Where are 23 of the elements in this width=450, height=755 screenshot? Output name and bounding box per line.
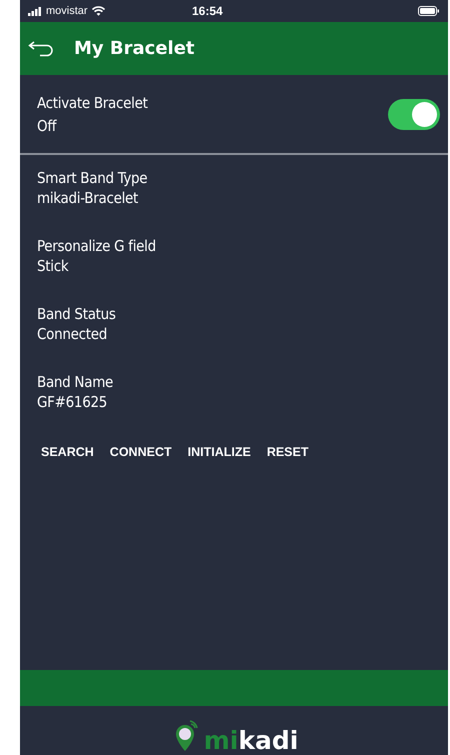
wifi-icon: [92, 6, 105, 16]
field-label: Personalize G field: [37, 237, 157, 255]
clock-time: 16:54: [192, 4, 223, 18]
activate-toggle[interactable]: [388, 98, 440, 130]
field-label: Band Status: [37, 305, 117, 323]
field-label: Band Name: [37, 373, 114, 391]
field-value: mikadi-Bracelet: [37, 189, 140, 207]
action-button[interactable]: CONNECT: [106, 443, 175, 461]
back-arrow-icon[interactable]: [28, 40, 54, 58]
field-label: Smart Band Type: [37, 169, 148, 187]
page-title: My Bracelet: [74, 38, 195, 59]
field-value: Connected: [37, 325, 108, 343]
action-button[interactable]: RESET: [264, 443, 312, 461]
action-button[interactable]: INITIALIZE: [184, 443, 254, 461]
signal-icon: [28, 6, 42, 16]
battery-icon: [418, 6, 440, 16]
carrier-name: movistar: [46, 5, 88, 17]
activate-value: Off: [37, 116, 58, 134]
logo-text: mikadi: [204, 728, 298, 753]
field-value: GF#61625: [37, 393, 108, 411]
activate-label: Activate Bracelet: [37, 94, 148, 112]
action-button[interactable]: SEARCH: [38, 443, 97, 461]
field-value: Stick: [37, 257, 70, 275]
